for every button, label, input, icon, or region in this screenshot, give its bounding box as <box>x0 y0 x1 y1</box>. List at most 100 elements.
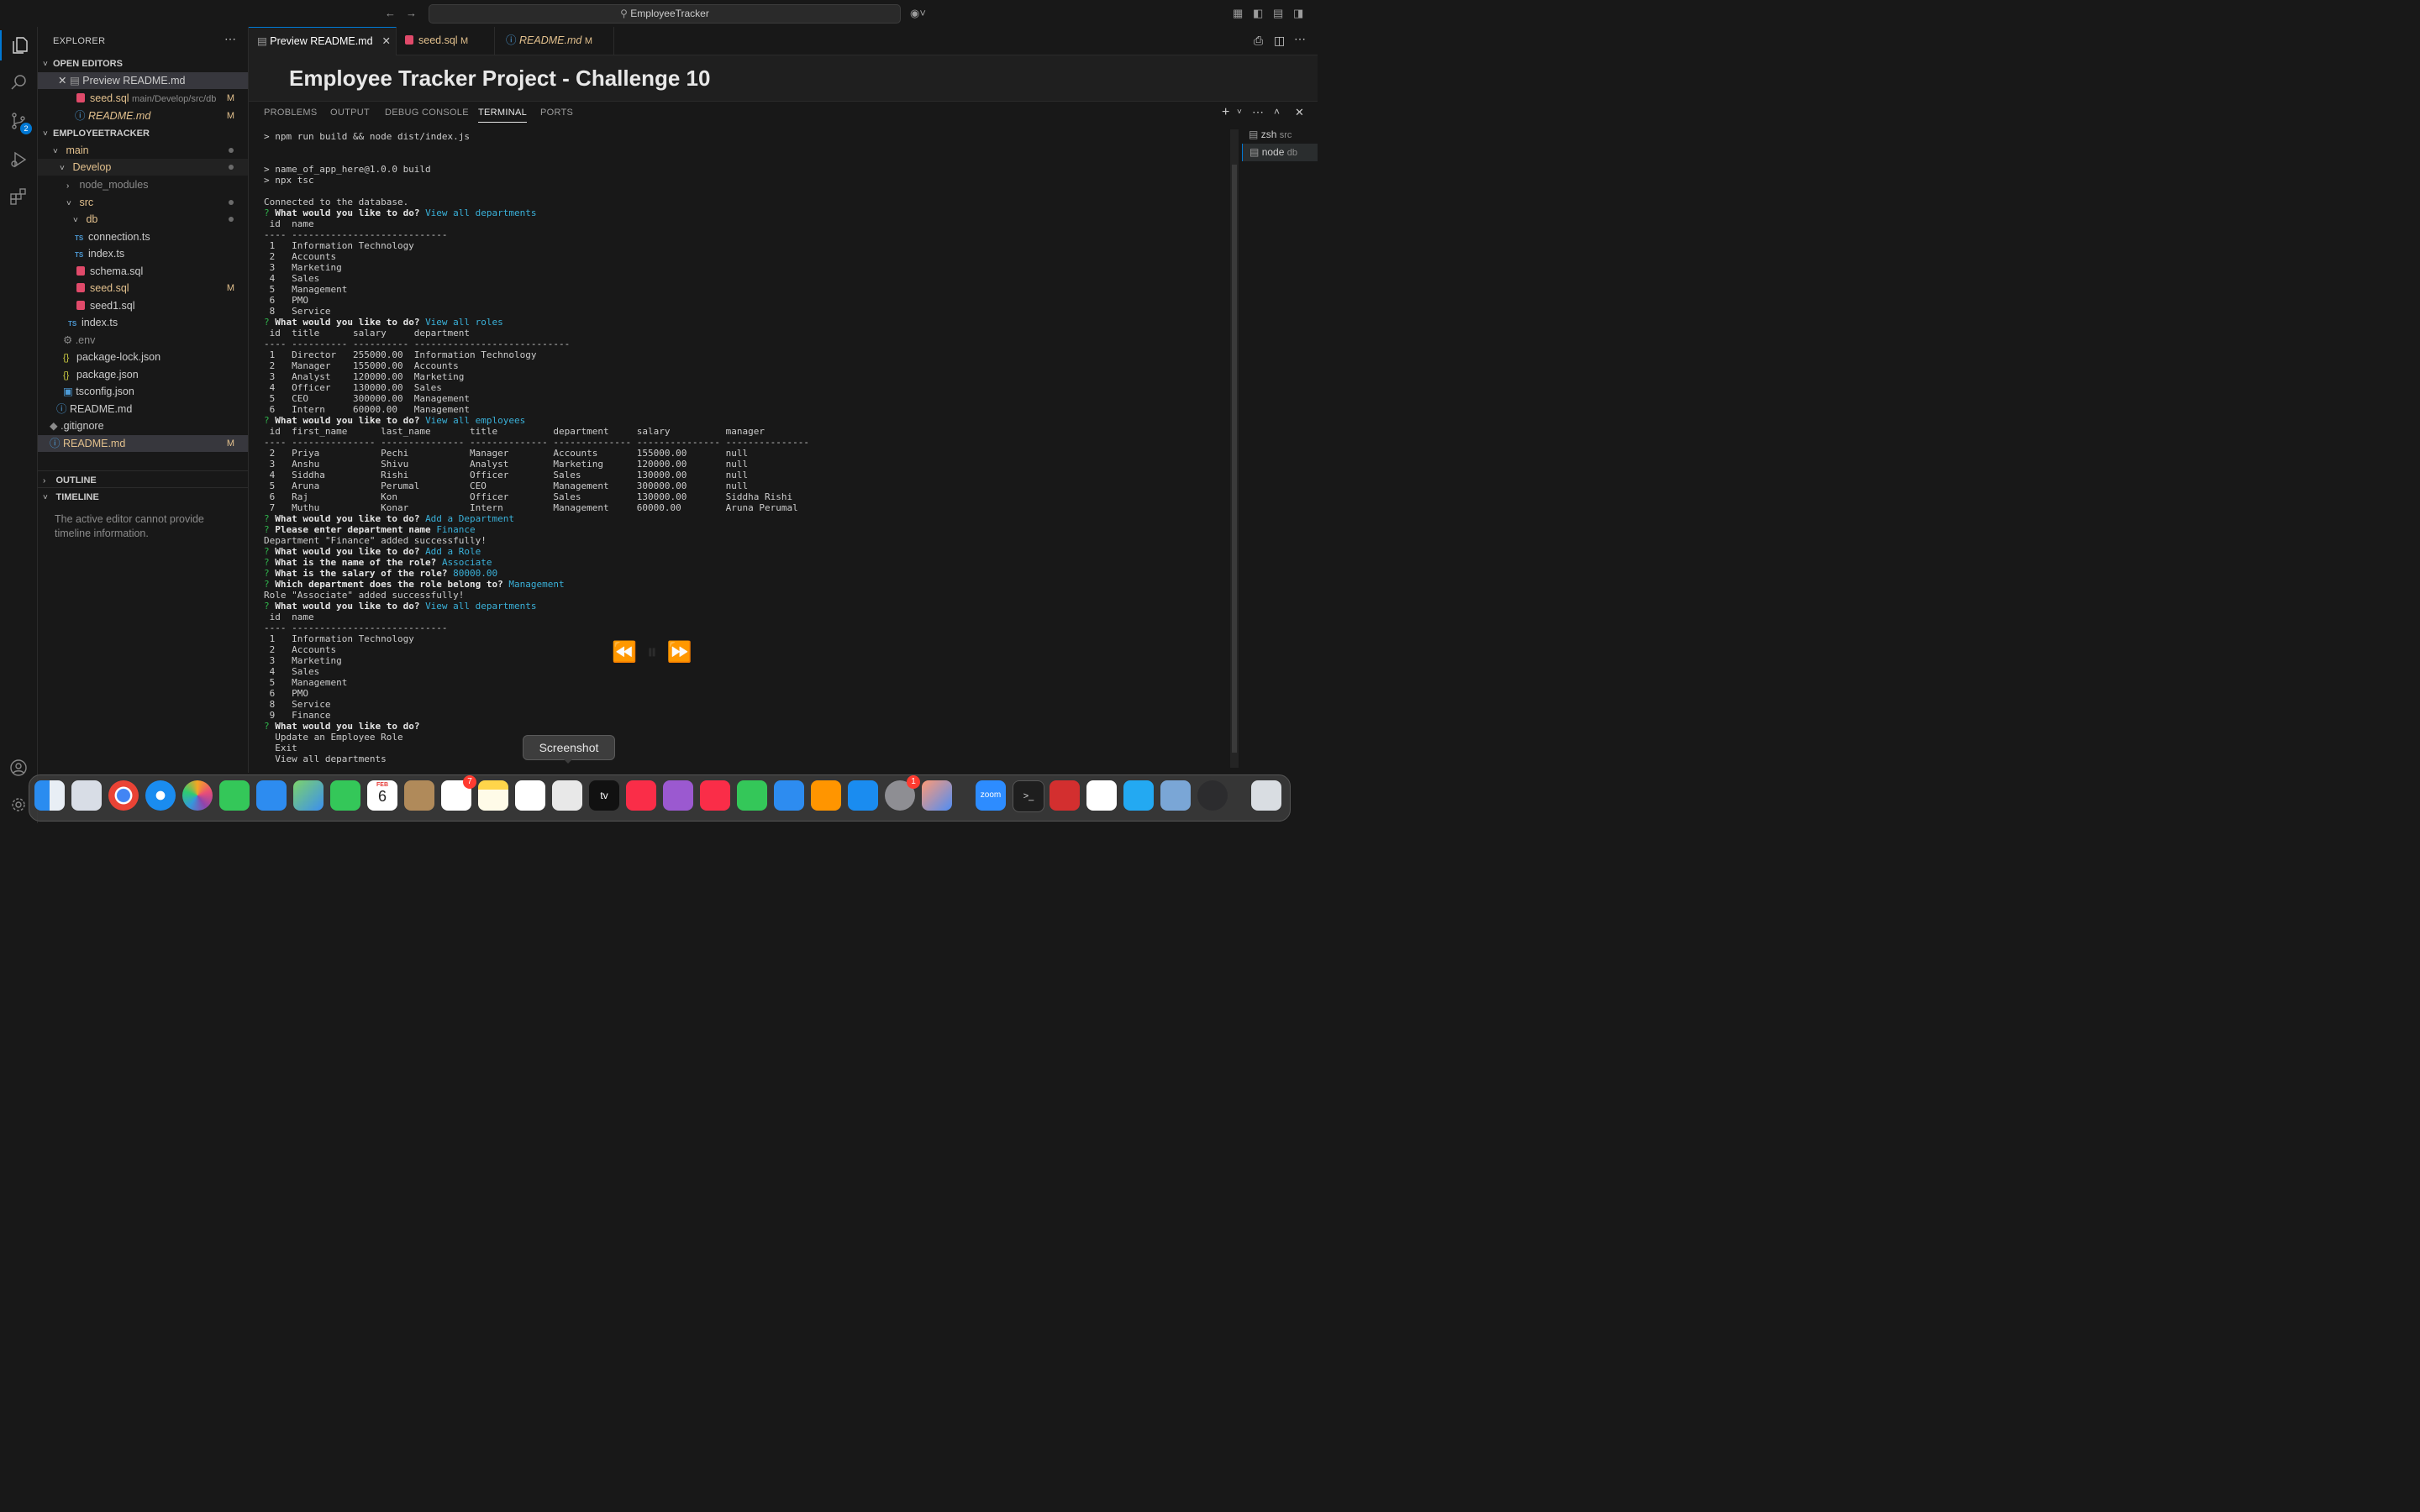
numbers-icon[interactable] <box>737 780 767 811</box>
tree-file[interactable]: schema.sql <box>38 263 248 280</box>
close-tab-icon[interactable]: ✕ <box>382 28 391 55</box>
chrome-icon[interactable] <box>108 780 139 811</box>
facetime-icon[interactable] <box>330 780 360 811</box>
terminal-text: 4 Sales <box>264 666 320 677</box>
open-editor-item[interactable]: ⓘ README.md M <box>38 108 248 124</box>
more-actions-icon[interactable]: ⋯ <box>1294 32 1306 46</box>
terminal-item-zsh[interactable]: ▤ zsh src <box>1242 126 1318 144</box>
freeform-icon[interactable] <box>515 780 545 811</box>
music-icon[interactable] <box>626 780 656 811</box>
more-actions-icon[interactable]: ⋯ <box>224 32 236 46</box>
chevron-down-icon[interactable]: ˅ <box>1237 108 1242 117</box>
notes-icon[interactable] <box>478 780 508 811</box>
tree-folder-node-modules[interactable]: › node_modules <box>38 176 248 193</box>
trash-icon[interactable] <box>1251 780 1281 811</box>
contacts-icon[interactable] <box>404 780 434 811</box>
forward-arrow-icon[interactable]: → <box>406 0 417 27</box>
back-arrow-icon[interactable]: ← <box>385 0 396 27</box>
more-actions-icon[interactable]: ⋯ <box>1252 105 1264 119</box>
new-terminal-icon[interactable]: + <box>1222 105 1229 120</box>
launchpad-icon[interactable] <box>71 780 102 811</box>
pages-icon[interactable] <box>811 780 841 811</box>
terminal-item-node[interactable]: ▤ node db <box>1242 144 1318 161</box>
terminal-text: 5 Management <box>264 284 348 295</box>
tree-file[interactable]: TS connection.ts <box>38 228 248 245</box>
tree-file[interactable]: ⓘ README.md <box>38 401 248 417</box>
explorer-icon[interactable] <box>0 30 39 60</box>
tree-file[interactable]: ⚙ .env <box>38 332 248 349</box>
screenshot-icon[interactable] <box>552 780 582 811</box>
outline-header[interactable]: › OUTLINE <box>38 470 248 488</box>
tree-folder-db[interactable]: ˅ db <box>38 211 248 228</box>
mail-icon[interactable] <box>256 780 287 811</box>
open-editor-item[interactable]: seed.sql main/Develop/src/db M <box>38 90 248 107</box>
open-editor-item[interactable]: ✕ ▤ Preview README.md <box>38 72 248 89</box>
calendar-icon[interactable]: FEB 6 <box>367 780 397 811</box>
search-icon[interactable] <box>0 67 37 97</box>
tab-preview-readme[interactable]: ▤ Preview README.md ✕ <box>249 27 397 55</box>
terminal-line: ? What would you like to do? View all de… <box>264 601 1222 612</box>
preview-app-icon[interactable] <box>1160 780 1191 811</box>
reminders-icon[interactable]: 7 <box>441 775 476 811</box>
tree-folder-main[interactable]: ˅ main <box>38 142 248 159</box>
iphone-mirroring-icon[interactable] <box>922 780 952 811</box>
app-store-icon[interactable] <box>848 780 878 811</box>
run-debug-icon[interactable] <box>0 144 37 175</box>
tab-seed-sql[interactable]: seed.sql M <box>397 27 495 55</box>
maximize-panel-icon[interactable]: ˄ <box>1274 106 1280 118</box>
news-icon[interactable] <box>700 780 730 811</box>
copilot-icon[interactable]: ◉˅ <box>910 0 926 27</box>
tree-file-selected[interactable]: ⓘ README.md M <box>38 435 248 452</box>
tree-folder-develop[interactable]: ˅ Develop <box>38 159 248 176</box>
terminal-text: 9 Finance <box>264 710 331 721</box>
customize-layout-icon[interactable]: ▦ <box>1233 0 1243 27</box>
tab-readme[interactable]: ⓘ README.md M <box>497 27 614 55</box>
source-control-icon[interactable]: 2 <box>0 106 37 136</box>
system-settings-icon[interactable]: 1 <box>885 775 920 811</box>
zoom-icon[interactable]: zoom <box>976 780 1006 811</box>
open-editors-header[interactable]: ˅ OPEN EDITORS <box>38 55 248 71</box>
toggle-primary-sidebar-icon[interactable]: ◧ <box>1253 0 1263 27</box>
messages-icon[interactable] <box>219 780 250 811</box>
keynote-icon[interactable] <box>774 780 804 811</box>
tree-file[interactable]: {} package-lock.json <box>38 349 248 365</box>
toggle-secondary-sidebar-icon[interactable]: ◨ <box>1293 0 1303 27</box>
tree-file[interactable]: TS index.ts <box>38 245 248 262</box>
close-panel-icon[interactable]: ✕ <box>1295 106 1304 119</box>
panel-tab-problems[interactable]: PROBLEMS <box>264 108 318 118</box>
panel-tab-terminal[interactable]: TERMINAL <box>478 108 528 123</box>
terminal-scrollbar[interactable] <box>1230 129 1239 768</box>
scrollbar-thumb[interactable] <box>1232 165 1237 753</box>
acrobat-icon[interactable] <box>1050 780 1080 811</box>
tree-folder-src[interactable]: ˅ src <box>38 194 248 211</box>
tree-file[interactable]: seed.sql M <box>38 280 248 297</box>
tree-file[interactable]: ◆ .gitignore <box>38 417 248 434</box>
terminal-app-icon[interactable]: >_ <box>1013 780 1044 812</box>
podcasts-icon[interactable] <box>663 780 693 811</box>
tree-file[interactable]: ▣ tsconfig.json <box>38 383 248 400</box>
timeline-header[interactable]: ˅ TIMELINE <box>38 487 248 505</box>
finder-icon[interactable] <box>34 780 65 811</box>
tree-file[interactable]: TS index.ts <box>38 314 248 331</box>
maps-icon[interactable] <box>293 780 324 811</box>
terminal-output[interactable]: > npm run build && node dist/index.js > n… <box>264 131 1222 769</box>
panel-tab-debug-console[interactable]: DEBUG CONSOLE <box>385 108 469 118</box>
open-source-icon[interactable]: ⎙ <box>1254 34 1263 48</box>
quicktime-icon[interactable] <box>1197 780 1228 811</box>
tree-file[interactable]: {} package.json <box>38 366 248 383</box>
workspace-header[interactable]: ˅ EMPLOYEETRACKER <box>38 124 248 141</box>
tree-file[interactable]: seed1.sql <box>38 297 248 314</box>
toggle-panel-icon[interactable]: ▤ <box>1273 0 1283 27</box>
safari-icon[interactable] <box>145 780 176 811</box>
panel-tab-output[interactable]: OUTPUT <box>330 108 370 118</box>
vscode-icon[interactable] <box>1123 780 1154 811</box>
command-center-search[interactable]: ⚲ EmployeeTracker <box>429 4 901 24</box>
apple-tv-icon[interactable]: tv <box>589 780 619 811</box>
photos-icon[interactable] <box>182 780 213 811</box>
close-icon[interactable]: ✕ <box>38 75 66 87</box>
panel-tab-ports[interactable]: PORTS <box>540 108 573 118</box>
slack-icon[interactable] <box>1086 780 1117 811</box>
terminal-text: 6 Intern 60000.00 Management <box>264 404 471 415</box>
split-editor-icon[interactable]: ◫ <box>1274 34 1285 48</box>
extensions-icon[interactable] <box>0 181 37 212</box>
